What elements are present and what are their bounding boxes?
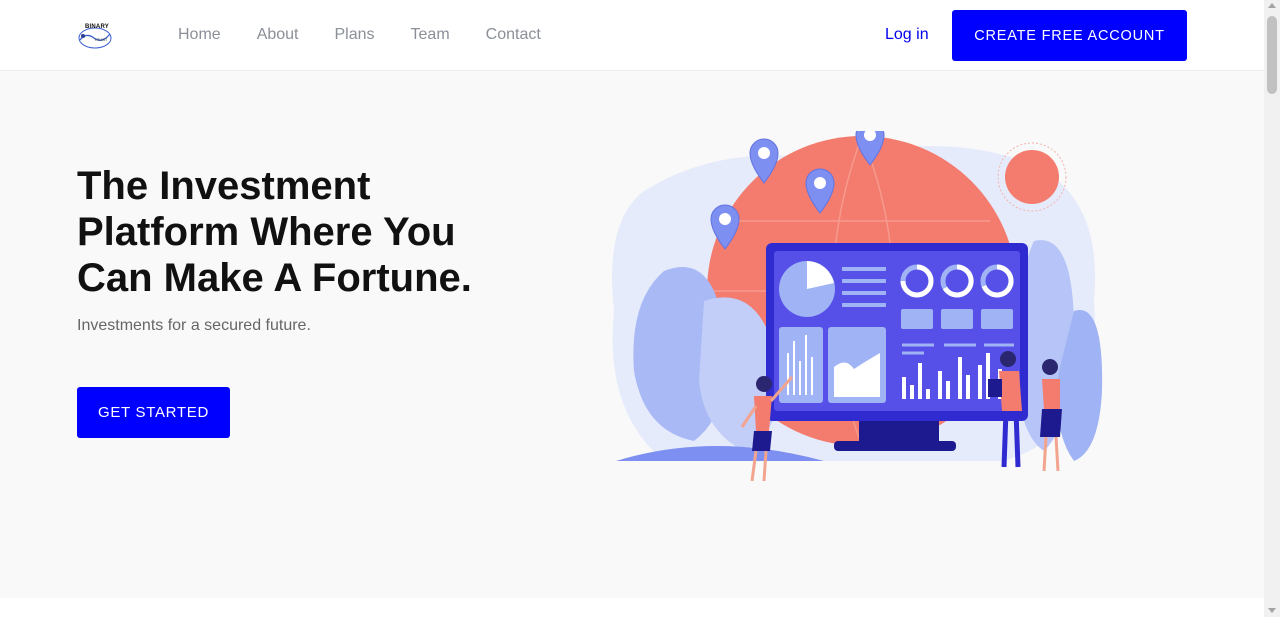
logo-text: BINARY (85, 24, 109, 30)
hero-title: The Investment Platform Where You Can Ma… (77, 164, 472, 300)
nav-about-link[interactable]: About (257, 25, 299, 45)
scroll-down-arrow-icon[interactable] (1268, 608, 1276, 613)
login-link[interactable]: Log in (885, 25, 929, 45)
get-started-button[interactable]: GET STARTED (77, 387, 230, 438)
investment-dashboard-illustration (612, 131, 1103, 481)
hero-subtitle: Investments for a secured future. (77, 317, 311, 334)
create-account-button[interactable]: CREATE FREE ACCOUNT (952, 10, 1187, 61)
site-header: BINARY TRUST Home About Plans Team Conta… (0, 0, 1264, 71)
main-nav: Home About Plans Team Contact (178, 25, 577, 45)
scrollbar[interactable] (1264, 0, 1280, 617)
nav-team-link[interactable]: Team (411, 25, 450, 45)
scroll-thumb[interactable] (1267, 16, 1277, 94)
logo[interactable]: BINARY TRUST (76, 20, 114, 52)
nav-plans-link[interactable]: Plans (335, 25, 375, 45)
nav-contact-link[interactable]: Contact (486, 25, 541, 45)
scroll-up-arrow-icon[interactable] (1268, 3, 1276, 8)
nav-home-link[interactable]: Home (178, 25, 221, 45)
logo-subtext: TRUST (94, 37, 108, 42)
next-section (0, 598, 1264, 617)
hero-section: The Investment Platform Where You Can Ma… (0, 71, 1264, 598)
